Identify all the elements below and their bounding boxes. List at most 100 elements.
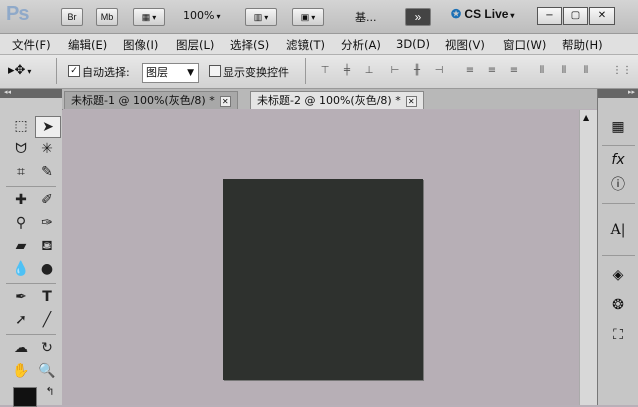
view-extras-button[interactable]: ▦ ▾ <box>133 8 165 26</box>
clone-stamp-tool-icon[interactable]: ⚲ <box>9 213 33 233</box>
tool-preset-picker[interactable]: ▸✥ ▾ <box>8 63 48 81</box>
minimize-button[interactable]: − <box>537 7 562 25</box>
auto-select-value: 图层 <box>146 66 168 79</box>
show-transform-checkbox[interactable] <box>209 65 221 77</box>
collapse-icon[interactable]: ◂◂ <box>4 88 11 96</box>
tab-untitled-2[interactable]: 未标题-2 @ 100%(灰色/8) * ✕ <box>250 91 424 109</box>
3d-rotate-tool-icon[interactable]: ☁ <box>9 338 33 358</box>
healing-brush-tool-icon[interactable]: ✚ <box>9 190 33 210</box>
info-panel-icon[interactable]: ⓘ <box>607 175 629 195</box>
layers-panel-icon[interactable]: ◈ <box>607 265 629 285</box>
panel-dock-header[interactable]: ▸▸ <box>598 88 638 98</box>
panel-separator <box>602 255 635 256</box>
swap-colors-icon[interactable]: ↰ <box>38 382 62 402</box>
expand-icon[interactable]: ▸▸ <box>628 88 635 96</box>
distribute-vcenter-icon[interactable]: ≡ <box>485 65 499 77</box>
pen-tool-icon[interactable]: ✒ <box>9 287 33 307</box>
align-vcenter-icon[interactable]: ╪ <box>340 65 354 77</box>
panel-separator <box>602 145 635 146</box>
type-tool-icon[interactable]: T <box>35 287 59 307</box>
panel-dock: ▸▸ ▦ fx ⓘ A| ◈ ❂ ⛶ <box>597 88 638 405</box>
paint-bucket-tool-icon[interactable]: ⛾ <box>35 236 59 256</box>
auto-align-icon[interactable]: ⋮⋮ <box>612 65 632 77</box>
align-top-icon[interactable]: ⊤ <box>318 65 332 77</box>
options-divider <box>305 58 306 84</box>
align-bottom-icon[interactable]: ⊥ <box>362 65 376 77</box>
3d-orbit-tool-icon[interactable]: ↻ <box>35 338 59 358</box>
tab-label: 未标题-1 @ 100%(灰色/8) * <box>71 94 215 107</box>
zoom-tool-icon[interactable]: 🔍 <box>35 361 59 381</box>
maximize-button[interactable]: ▢ <box>563 7 588 25</box>
dropdown-arrow-icon: ▼ <box>187 68 194 78</box>
crop-tool-icon[interactable]: ⌗ <box>9 162 33 182</box>
eraser-tool-icon[interactable]: ▰ <box>9 236 33 256</box>
align-hcenter-icon[interactable]: ╫ <box>410 65 424 77</box>
tab-label: 未标题-2 @ 100%(灰色/8) * <box>257 94 401 107</box>
menu-filter[interactable]: 滤镜(T) <box>286 37 325 53</box>
menu-help[interactable]: 帮助(H) <box>562 37 603 53</box>
move-tool-icon[interactable]: ➤ <box>35 116 61 138</box>
distribute-bottom-icon[interactable]: ≡ <box>507 65 521 77</box>
channels-panel-icon[interactable]: ❂ <box>607 295 629 315</box>
application-bar: Ps Br Mb ▦ ▾ 100% ▾ ▥ ▾ ▣ ▾ 基... » ✪ CS Live… <box>0 0 638 34</box>
tool-separator <box>6 186 56 187</box>
distribute-hcenter-icon[interactable]: ⫴ <box>557 65 571 77</box>
align-right-icon[interactable]: ⊣ <box>432 65 446 77</box>
styles-panel-icon[interactable]: fx <box>607 150 629 170</box>
blur-tool-icon[interactable]: 💧 <box>9 259 33 279</box>
auto-select-label: 自动选择: <box>82 66 130 79</box>
screen-mode-button[interactable]: ▣ ▾ <box>292 8 324 26</box>
hand-tool-icon[interactable]: ✋ <box>9 361 33 381</box>
distribute-top-icon[interactable]: ≡ <box>463 65 477 77</box>
magic-wand-tool-icon[interactable]: ✳ <box>35 139 59 159</box>
menu-3d[interactable]: 3D(D) <box>396 37 430 51</box>
menu-file[interactable]: 文件(F) <box>12 37 51 53</box>
dodge-tool-icon[interactable]: ● <box>35 259 59 279</box>
menu-layer[interactable]: 图层(L) <box>176 37 214 53</box>
history-brush-tool-icon[interactable]: ✑ <box>35 213 59 233</box>
cs-live-button[interactable]: ✪ CS Live ▾ <box>451 7 514 21</box>
line-tool-icon[interactable]: ╱ <box>35 310 59 330</box>
close-window-button[interactable]: ✕ <box>589 7 615 25</box>
canvas-workspace[interactable] <box>62 110 579 405</box>
marquee-tool-icon[interactable]: ⬚ <box>9 116 33 136</box>
histogram-panel-icon[interactable]: ▦ <box>607 117 629 137</box>
tools-panel: ◂◂ ⬚ ➤ ᗢ ✳ ⌗ ✎ ✚ ✐ ⚲ ✑ ▰ ⛾ 💧 ● ✒ T ➚ ╱ ☁… <box>0 88 63 407</box>
mini-bridge-button[interactable]: Mb <box>96 8 118 26</box>
show-transform-label: 显示变换控件 <box>223 66 289 79</box>
scroll-up-arrow-icon[interactable]: ▲ <box>583 113 589 122</box>
close-icon[interactable]: ✕ <box>405 96 417 107</box>
photoshop-logo: Ps <box>6 3 29 25</box>
zoom-level-dropdown[interactable]: 100% ▾ <box>183 9 220 22</box>
menu-image[interactable]: 图像(I) <box>123 37 158 53</box>
eyedropper-tool-icon[interactable]: ✎ <box>35 162 59 182</box>
paths-panel-icon[interactable]: ⛶ <box>607 325 629 345</box>
align-left-icon[interactable]: ⊢ <box>388 65 402 77</box>
options-divider <box>56 58 57 84</box>
document-canvas[interactable] <box>223 179 423 380</box>
tool-separator <box>6 283 56 284</box>
distribute-left-icon[interactable]: ⫴ <box>535 65 549 77</box>
auto-select-checkbox[interactable]: ✓ <box>68 65 80 77</box>
lasso-tool-icon[interactable]: ᗢ <box>9 139 33 159</box>
workspace-switcher[interactable]: 基... <box>355 9 377 25</box>
close-icon[interactable]: ✕ <box>219 96 231 107</box>
document-tab-bar: 未标题-1 @ 100%(灰色/8) * ✕ 未标题-2 @ 100%(灰色/8)… <box>62 89 597 109</box>
foreground-color-swatch[interactable] <box>13 387 37 407</box>
vertical-scrollbar[interactable]: ▲ <box>579 110 597 405</box>
menu-edit[interactable]: 编辑(E) <box>68 37 107 53</box>
more-workspaces-icon[interactable]: » <box>405 8 431 26</box>
bridge-button[interactable]: Br <box>61 8 83 26</box>
menu-analysis[interactable]: 分析(A) <box>341 37 381 53</box>
auto-select-dropdown[interactable]: 图层 ▼ <box>142 63 199 83</box>
tools-panel-header[interactable]: ◂◂ <box>0 88 62 98</box>
brush-tool-icon[interactable]: ✐ <box>35 190 59 210</box>
tab-untitled-1[interactable]: 未标题-1 @ 100%(灰色/8) * ✕ <box>64 91 238 109</box>
path-selection-tool-icon[interactable]: ➚ <box>9 310 33 330</box>
menu-window[interactable]: 窗口(W) <box>503 37 546 53</box>
menu-view[interactable]: 视图(V) <box>445 37 485 53</box>
menu-select[interactable]: 选择(S) <box>230 37 269 53</box>
arrange-documents-button[interactable]: ▥ ▾ <box>245 8 277 26</box>
distribute-right-icon[interactable]: ⫴ <box>579 65 593 77</box>
character-panel-icon[interactable]: A| <box>607 220 629 240</box>
